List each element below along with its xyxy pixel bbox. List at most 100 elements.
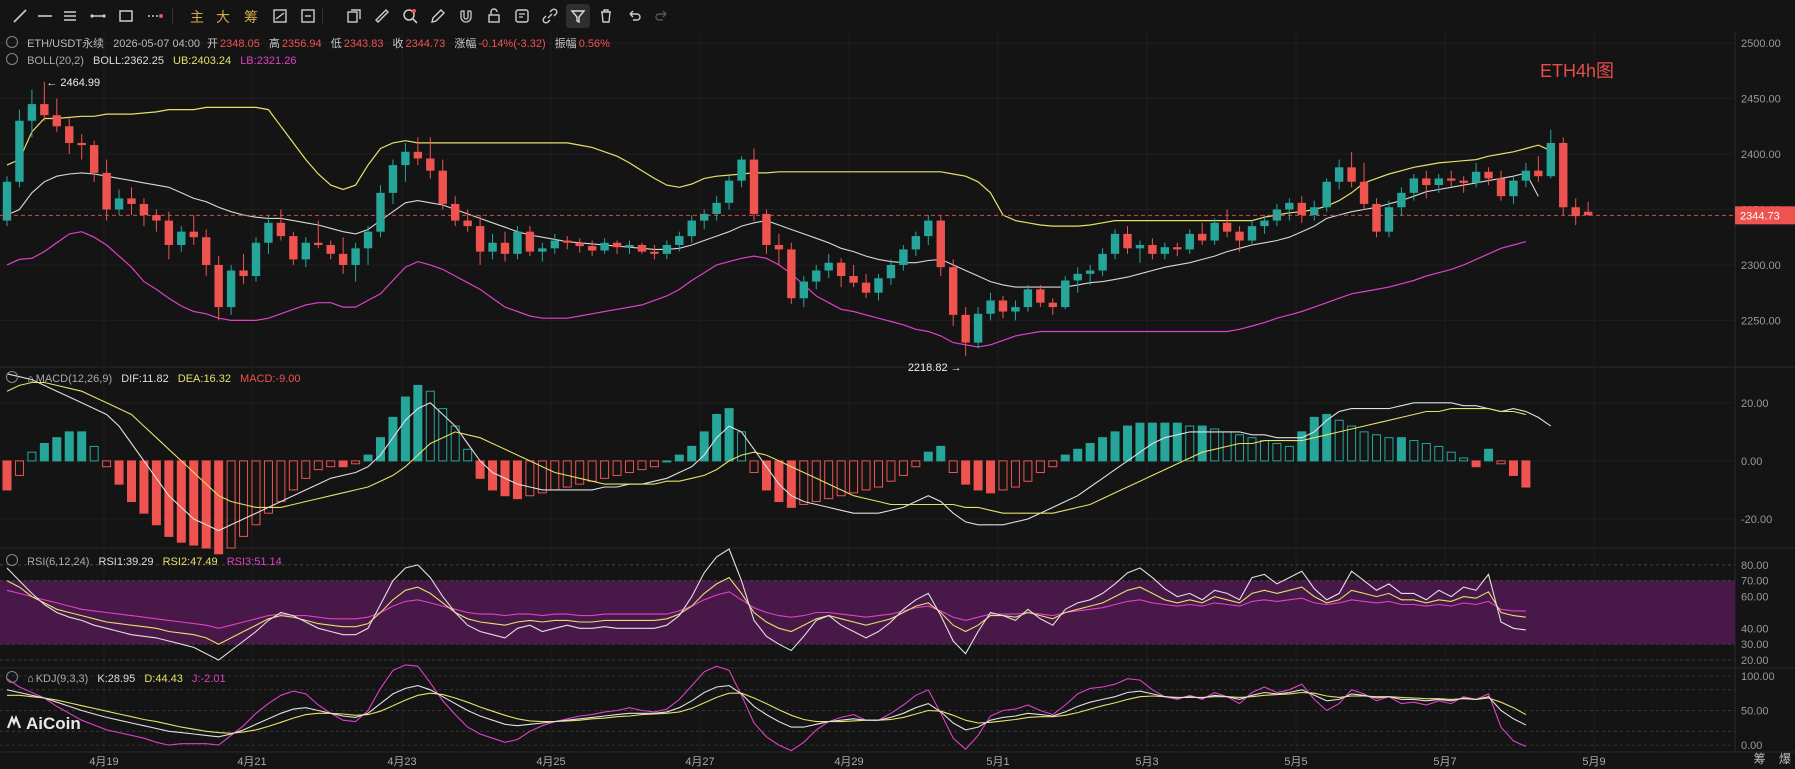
candle-body <box>488 242 497 252</box>
boll-name[interactable]: BOLL(20,2) <box>27 55 84 67</box>
toolbar-separator <box>172 8 173 24</box>
candle-body <box>189 231 198 238</box>
big-tool-button[interactable]: 大 <box>216 7 230 27</box>
segment-icon[interactable] <box>86 4 110 28</box>
macd-bar <box>52 437 62 462</box>
candle-body <box>1135 244 1145 249</box>
candle-body <box>1409 178 1419 193</box>
candle-body <box>27 104 37 121</box>
candle-body <box>1247 226 1257 241</box>
y-tick-label: 2500.00 <box>1741 38 1781 50</box>
redo-icon[interactable] <box>650 4 674 28</box>
macd-bar <box>774 460 784 503</box>
x-tick-label: 4月21 <box>237 756 266 768</box>
candle-body <box>612 242 622 248</box>
alert-icon[interactable] <box>510 4 534 28</box>
eye-icon[interactable] <box>6 36 18 48</box>
x-tick-label: 4月27 <box>685 756 714 768</box>
x-tick-label: 4月23 <box>387 756 416 768</box>
candle-body <box>338 253 348 265</box>
candle-body <box>1484 171 1493 179</box>
macd-bar <box>127 460 136 503</box>
candle-body <box>1173 247 1182 250</box>
zoom-icon[interactable] <box>398 4 422 28</box>
kdj-name[interactable]: KDJ(9,3,3) <box>36 673 89 685</box>
macd-bar <box>214 460 224 555</box>
bell-icon[interactable]: ⌂ <box>27 673 34 685</box>
candle-body <box>1085 270 1095 274</box>
eye-icon[interactable] <box>6 371 18 383</box>
candle-body <box>40 104 49 116</box>
chip-toggle[interactable]: 筹 <box>1754 752 1766 766</box>
candle-body <box>836 262 846 277</box>
macd-bar <box>363 454 373 462</box>
link-icon[interactable] <box>538 4 562 28</box>
liquidation-toggle[interactable]: 爆 <box>1779 752 1791 766</box>
eye-icon[interactable] <box>6 554 18 566</box>
price-chart[interactable]: 4月19 4月21 4月23 4月25 4月27 4月29 5月1 5月3 5月5 5月7 5月9 2… <box>0 32 1795 769</box>
amp-value: 0.56% <box>578 38 610 50</box>
chart-settings-icon[interactable] <box>296 4 320 28</box>
undo-icon[interactable] <box>622 4 646 28</box>
candle-body <box>687 220 696 237</box>
high-value: 2356.94 <box>281 38 322 50</box>
y-tick-label: 20.00 <box>1741 655 1769 667</box>
candle-body <box>1334 167 1344 182</box>
symbol[interactable]: ETH/USDT永续 <box>27 38 104 50</box>
macd-value: MACD:-9.00 <box>240 373 301 385</box>
chart-title: ETH4h图 <box>1540 61 1614 81</box>
trash-icon[interactable] <box>594 4 618 28</box>
macd-bar <box>413 384 423 462</box>
amp-label: 振幅 <box>554 38 577 50</box>
candle-body <box>1322 181 1331 208</box>
macd-bar <box>338 460 348 468</box>
boll-ub-value: UB:2403.24 <box>173 55 232 67</box>
last-price-label: 2344.73 <box>1740 210 1780 222</box>
aicoin-mark-icon <box>6 715 22 729</box>
macd-bar <box>1123 425 1132 462</box>
magnet-icon[interactable] <box>454 4 478 28</box>
chip-tool-button[interactable]: 筹 <box>244 7 258 27</box>
candle-body <box>177 231 186 245</box>
ruler-icon[interactable] <box>370 4 394 28</box>
macd-bar <box>1396 437 1406 462</box>
macd-bar <box>488 460 498 491</box>
candle-body <box>89 145 99 173</box>
y-tick-label: -20.00 <box>1741 514 1772 526</box>
bell-icon[interactable]: ⌂ <box>27 373 34 385</box>
candle-body <box>451 203 460 221</box>
candle-body <box>77 142 86 146</box>
candle-body <box>737 159 746 181</box>
candle-body <box>301 242 310 260</box>
main-tool-button[interactable]: 主 <box>190 7 204 27</box>
rectangle-icon[interactable] <box>114 4 138 28</box>
eye-icon[interactable] <box>6 53 18 65</box>
rsi-legend: RSI(6,12,24) RSI1:39.29 RSI2:47.49 RSI3:… <box>6 554 288 568</box>
line-tool-icon[interactable] <box>8 4 32 28</box>
compare-icon[interactable] <box>268 4 292 28</box>
macd-name[interactable]: MACD(12,26,9) <box>36 373 112 385</box>
candle-body <box>1198 233 1207 241</box>
candle-body <box>1534 170 1543 177</box>
parallel-lines-icon[interactable] <box>58 4 82 28</box>
candle-body <box>1036 289 1045 303</box>
candle-body <box>1434 178 1443 186</box>
d-value: D:44.43 <box>144 673 183 685</box>
y-tick-label: 60.00 <box>1741 592 1769 604</box>
horizontal-line-icon[interactable] <box>33 4 57 28</box>
candle-body <box>426 158 435 171</box>
y-tick-label: 80.00 <box>1741 560 1769 572</box>
k-value: K:28.95 <box>97 673 136 685</box>
candle-body <box>1210 222 1219 241</box>
rsi-name[interactable]: RSI(6,12,24) <box>27 556 89 568</box>
candle-body <box>1110 233 1120 254</box>
pen-icon[interactable] <box>426 4 450 28</box>
close-label: 收 <box>392 38 404 50</box>
filter-icon[interactable] <box>566 4 590 28</box>
dotted-line-icon[interactable] <box>143 4 167 28</box>
j-value: J:-2.01 <box>191 673 226 685</box>
eye-icon[interactable] <box>6 671 18 683</box>
candle-body <box>164 220 174 245</box>
lock-icon[interactable] <box>482 4 506 28</box>
copy-icon[interactable] <box>342 4 366 28</box>
